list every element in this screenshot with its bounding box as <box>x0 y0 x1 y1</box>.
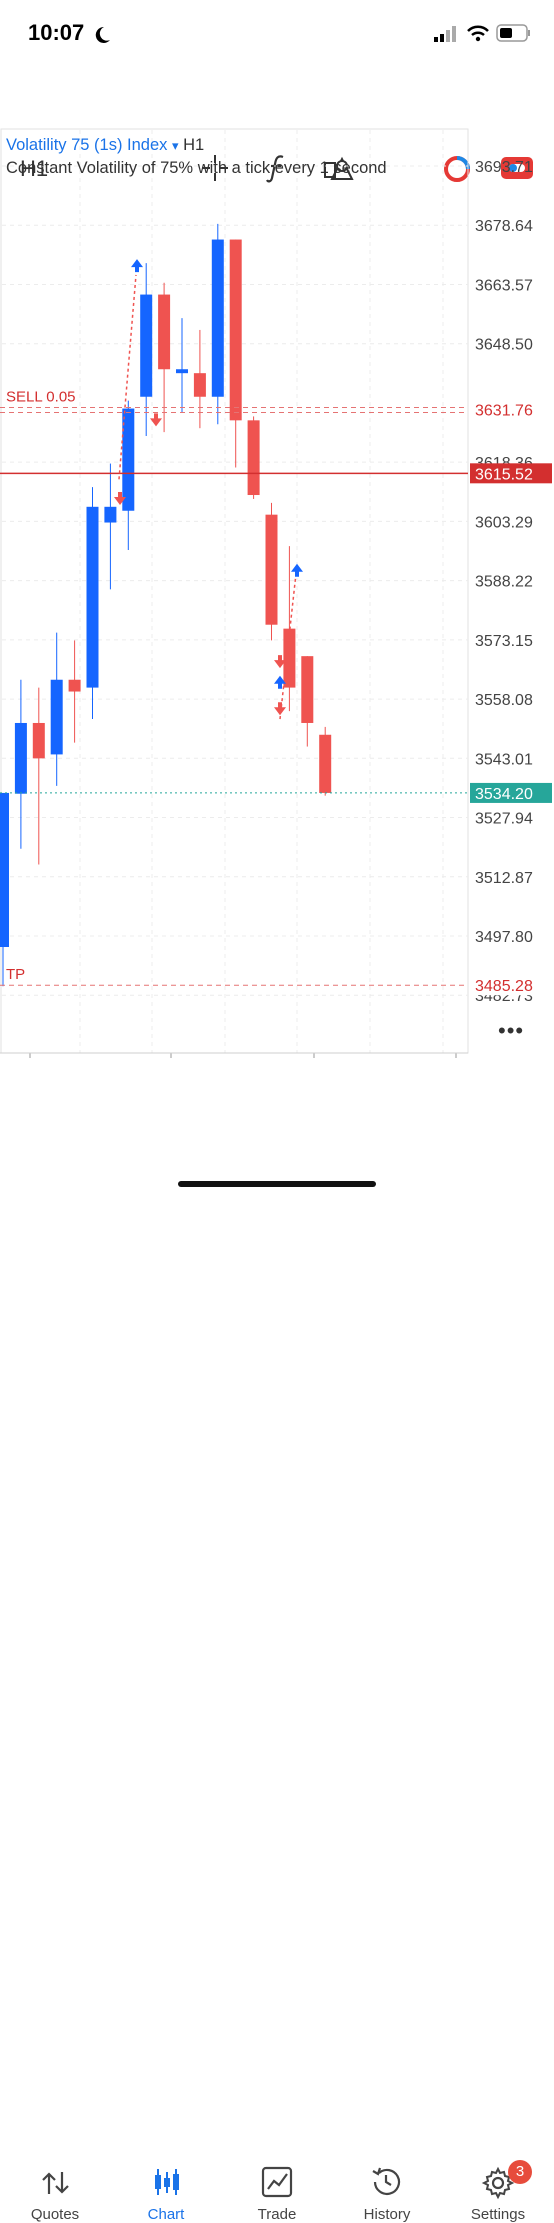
y-tick-label: 3512.87 <box>475 870 533 887</box>
candle-body <box>14 722 27 794</box>
y-tick-label: 3693.71 <box>475 159 533 176</box>
y-tick-label: 3573.15 <box>475 633 533 650</box>
y-tick-label: 3527.94 <box>475 811 533 828</box>
y-tick-label: 3543.01 <box>475 751 533 768</box>
candle-body <box>229 239 242 421</box>
candle-body <box>140 294 153 397</box>
y-tick-label: 3588.22 <box>475 574 533 591</box>
tp-price-tag: 3485.28 <box>475 978 533 995</box>
sell-arrow-marker <box>274 702 286 716</box>
chart-canvas[interactable]: 3693.713678.643663.573648.503618.363603.… <box>0 128 554 1058</box>
candle-body <box>247 420 260 496</box>
home-indicator <box>178 1181 376 1187</box>
sell-arrow-marker <box>150 413 162 427</box>
y-tick-label: 3678.64 <box>475 218 533 235</box>
candle-body <box>50 679 63 755</box>
candle-body <box>211 239 224 397</box>
wifi-icon <box>467 25 489 42</box>
candle-body <box>68 679 81 692</box>
symbol-dropdown-icon[interactable]: ▾ <box>172 138 179 153</box>
sell-line-label: SELL 0.05 <box>6 388 76 405</box>
candle-body <box>319 734 332 793</box>
chart-nav-icon[interactable] <box>152 2166 182 2198</box>
y-tick-label: 3558.08 <box>475 692 533 709</box>
candle-body <box>301 656 314 723</box>
quotes-icon[interactable] <box>40 2168 72 2198</box>
symbol-timeframe: H1 <box>183 136 205 154</box>
position-price-tag: 3615.52 <box>475 466 533 483</box>
trade-icon[interactable] <box>261 2166 293 2198</box>
signal-icon <box>434 26 456 42</box>
candle-body <box>32 722 45 759</box>
buy-arrow-marker <box>291 563 303 577</box>
symbol-name[interactable]: Volatility 75 (1s) Index <box>6 136 167 154</box>
y-tick-label: 3497.80 <box>475 929 533 946</box>
tp-line-label: TP <box>6 966 25 983</box>
candle-body <box>0 792 9 948</box>
y-tick-label: 3603.29 <box>475 514 533 531</box>
settings-badge: 3 <box>508 2160 532 2184</box>
nav-quotes[interactable]: Quotes <box>0 2206 110 2223</box>
nav-settings[interactable]: Settings <box>443 2206 553 2223</box>
candle-body <box>158 294 171 370</box>
history-icon[interactable] <box>369 2165 403 2199</box>
chart-toolbar: H1 <box>0 70 554 183</box>
symbol-title[interactable]: Volatility 75 (1s) Index ▾ H1 <box>6 136 204 155</box>
candle-body <box>193 373 206 397</box>
candle-body <box>265 514 278 625</box>
price-chart[interactable]: 3693.713678.643663.573648.503618.363603.… <box>0 128 554 1058</box>
nav-chart[interactable]: Chart <box>111 2206 221 2223</box>
nav-history[interactable]: History <box>332 2206 442 2223</box>
symbol-description: Constant Volatility of 75% with a tick e… <box>6 159 387 177</box>
y-tick-label: 3663.57 <box>475 277 533 294</box>
candle-body <box>86 506 99 688</box>
candle-body <box>176 369 188 374</box>
nav-trade[interactable]: Trade <box>222 2206 332 2223</box>
y-tick-label: 3648.50 <box>475 337 533 354</box>
candle-body <box>104 506 117 523</box>
candle-body <box>283 628 296 688</box>
battery-icon <box>496 24 530 42</box>
bottom-navigation: Quotes Chart Trade History 3 Settings <box>0 1076 554 2223</box>
status-time: 10:07 <box>28 20 85 45</box>
sell-price-tag: 3631.76 <box>475 402 533 419</box>
moon-icon <box>95 26 110 43</box>
status-bar: 10:07 <box>0 0 554 70</box>
buy-arrow-marker <box>131 259 143 273</box>
current-price-tag: 3534.20 <box>475 786 533 803</box>
more-options-icon[interactable]: ••• <box>498 1018 524 1044</box>
